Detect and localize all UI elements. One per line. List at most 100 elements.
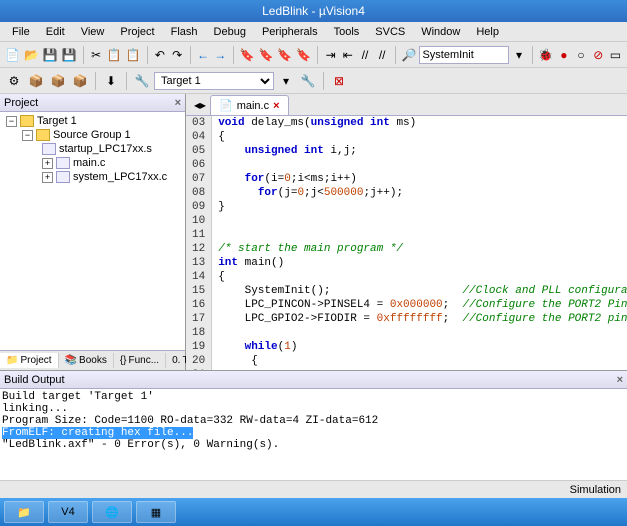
code-line[interactable]: while(1)	[218, 340, 627, 354]
tab-project[interactable]: 📁 Project	[0, 353, 59, 368]
tab-functions[interactable]: {} Func...	[114, 353, 166, 368]
code-line[interactable]: LPC_PINCON->PINSEL4 = 0x000000; //Config…	[218, 298, 627, 312]
target-options-icon[interactable]: 🔧	[132, 71, 152, 91]
code-line[interactable]: int main()	[218, 256, 627, 270]
task-chrome-icon[interactable]: 🌐	[92, 501, 132, 523]
undo-icon[interactable]: ↶	[152, 45, 167, 65]
task-app-icon[interactable]: ▦	[136, 501, 176, 523]
find-dropdown-icon[interactable]: ▾	[511, 45, 526, 65]
output-line[interactable]: linking...	[2, 403, 625, 415]
code-line[interactable]: /* start the main program */	[218, 242, 627, 256]
output-line[interactable]: "LedBlink.axf" - 0 Error(s), 0 Warning(s…	[2, 439, 625, 451]
outdent-icon[interactable]: ⇤	[340, 45, 355, 65]
rebuild-icon[interactable]: 📦	[48, 71, 68, 91]
build-icon[interactable]: 📦	[26, 71, 46, 91]
tree-target[interactable]: − Target 1	[2, 114, 183, 128]
code-lines[interactable]: void delay_ms(unsigned int ms){ unsigned…	[212, 116, 627, 370]
code-line[interactable]: SystemInit(); //Clock and PLL configurat…	[218, 284, 627, 298]
breakpoint-kill-icon[interactable]: ⊘	[591, 45, 606, 65]
stop-build-icon[interactable]: ⊠	[329, 71, 349, 91]
output-line-selected[interactable]: FromELF: creating hex file...	[2, 427, 193, 439]
find-icon[interactable]: 🔎	[400, 45, 417, 65]
tree-group[interactable]: − Source Group 1	[2, 128, 183, 142]
tree-label: main.c	[73, 157, 105, 169]
tree-label: Source Group 1	[53, 129, 131, 141]
cut-icon[interactable]: ✂	[89, 45, 104, 65]
expand-icon[interactable]: +	[42, 158, 53, 169]
code-line[interactable]: void delay_ms(unsigned int ms)	[218, 116, 627, 130]
task-explorer-icon[interactable]: 📁	[4, 501, 44, 523]
output-line[interactable]: Program Size: Code=1100 RO-data=332 RW-d…	[2, 415, 625, 427]
menu-help[interactable]: Help	[468, 24, 507, 40]
menu-edit[interactable]: Edit	[38, 24, 73, 40]
bookmark-next-icon[interactable]: 🔖	[276, 45, 293, 65]
expand-icon[interactable]: +	[42, 172, 53, 183]
breakpoint-disable-icon[interactable]: ○	[573, 45, 588, 65]
menu-window[interactable]: Window	[413, 24, 468, 40]
debug-icon[interactable]: 🐞	[537, 45, 554, 65]
tab-nav-icon[interactable]: ◂▸	[190, 95, 210, 115]
code-editor[interactable]: 0304050607080910111213141516171819202122…	[186, 116, 627, 370]
batch-build-icon[interactable]: 📦	[70, 71, 90, 91]
new-file-icon[interactable]: 📄	[4, 45, 21, 65]
tree-file[interactable]: + main.c	[2, 156, 183, 170]
tab-books[interactable]: 📚 Books	[59, 353, 114, 368]
save-icon[interactable]: 💾	[42, 45, 59, 65]
uncomment-icon[interactable]: //	[375, 45, 390, 65]
target-combo[interactable]: Target 1	[154, 72, 274, 90]
output-line[interactable]: FromELF: creating hex file...	[2, 427, 625, 439]
code-line[interactable]: LPC_GPIO2->FIODIR = 0xffffffff; //Config…	[218, 312, 627, 326]
build-output-body[interactable]: Build target 'Target 1'linking...Program…	[0, 389, 627, 480]
menu-file[interactable]: File	[4, 24, 38, 40]
menu-flash[interactable]: Flash	[163, 24, 206, 40]
nav-back-icon[interactable]: ←	[195, 45, 210, 65]
open-file-icon[interactable]: 📂	[23, 45, 40, 65]
code-line[interactable]: {	[218, 354, 627, 368]
indent-icon[interactable]: ⇥	[323, 45, 338, 65]
task-uvision-icon[interactable]: V4	[48, 501, 88, 523]
collapse-icon[interactable]: −	[22, 130, 33, 141]
bookmark-icon[interactable]: 🔖	[239, 45, 256, 65]
code-line[interactable]	[218, 158, 627, 172]
breakpoint-icon[interactable]: ●	[556, 45, 571, 65]
project-tree[interactable]: − Target 1 − Source Group 1 startup_LPC1…	[0, 112, 185, 350]
copy-icon[interactable]: 📋	[106, 45, 123, 65]
bookmark-prev-icon[interactable]: 🔖	[257, 45, 274, 65]
code-line[interactable]: {	[218, 270, 627, 284]
menu-svcs[interactable]: SVCS	[367, 24, 413, 40]
menu-project[interactable]: Project	[112, 24, 162, 40]
window-icon[interactable]: ▭	[608, 45, 623, 65]
code-line[interactable]: }	[218, 200, 627, 214]
nav-fwd-icon[interactable]: →	[213, 45, 228, 65]
code-line[interactable]: unsigned int i,j;	[218, 144, 627, 158]
close-icon[interactable]: ×	[175, 97, 181, 109]
code-line[interactable]	[218, 228, 627, 242]
menu-tools[interactable]: Tools	[326, 24, 368, 40]
options-icon[interactable]: 🔧	[298, 71, 318, 91]
translate-icon[interactable]: ⚙	[4, 71, 24, 91]
separator	[190, 46, 191, 64]
download-icon[interactable]: ⬇	[101, 71, 121, 91]
menu-peripherals[interactable]: Peripherals	[254, 24, 326, 40]
code-line[interactable]: for(i=0;i<ms;i++)	[218, 172, 627, 186]
tree-file[interactable]: + system_LPC17xx.c	[2, 170, 183, 184]
tree-file[interactable]: startup_LPC17xx.s	[2, 142, 183, 156]
redo-icon[interactable]: ↷	[170, 45, 185, 65]
manage-targets-icon[interactable]: ▾	[276, 71, 296, 91]
code-line[interactable]: for(j=0;j<500000;j++);	[218, 186, 627, 200]
code-line[interactable]: {	[218, 130, 627, 144]
close-icon[interactable]: ×	[273, 100, 279, 112]
find-combo[interactable]	[419, 46, 509, 64]
code-line[interactable]	[218, 214, 627, 228]
bookmark-clear-icon[interactable]: 🔖	[295, 45, 312, 65]
output-line[interactable]: Build target 'Target 1'	[2, 391, 625, 403]
comment-icon[interactable]: //	[357, 45, 372, 65]
collapse-icon[interactable]: −	[6, 116, 17, 127]
code-line[interactable]	[218, 326, 627, 340]
menu-debug[interactable]: Debug	[206, 24, 254, 40]
close-icon[interactable]: ×	[617, 374, 623, 386]
menu-view[interactable]: View	[73, 24, 113, 40]
paste-icon[interactable]: 📋	[125, 45, 142, 65]
save-all-icon[interactable]: 💾	[61, 45, 78, 65]
editor-tab-main[interactable]: 📄 main.c ×	[210, 95, 289, 115]
